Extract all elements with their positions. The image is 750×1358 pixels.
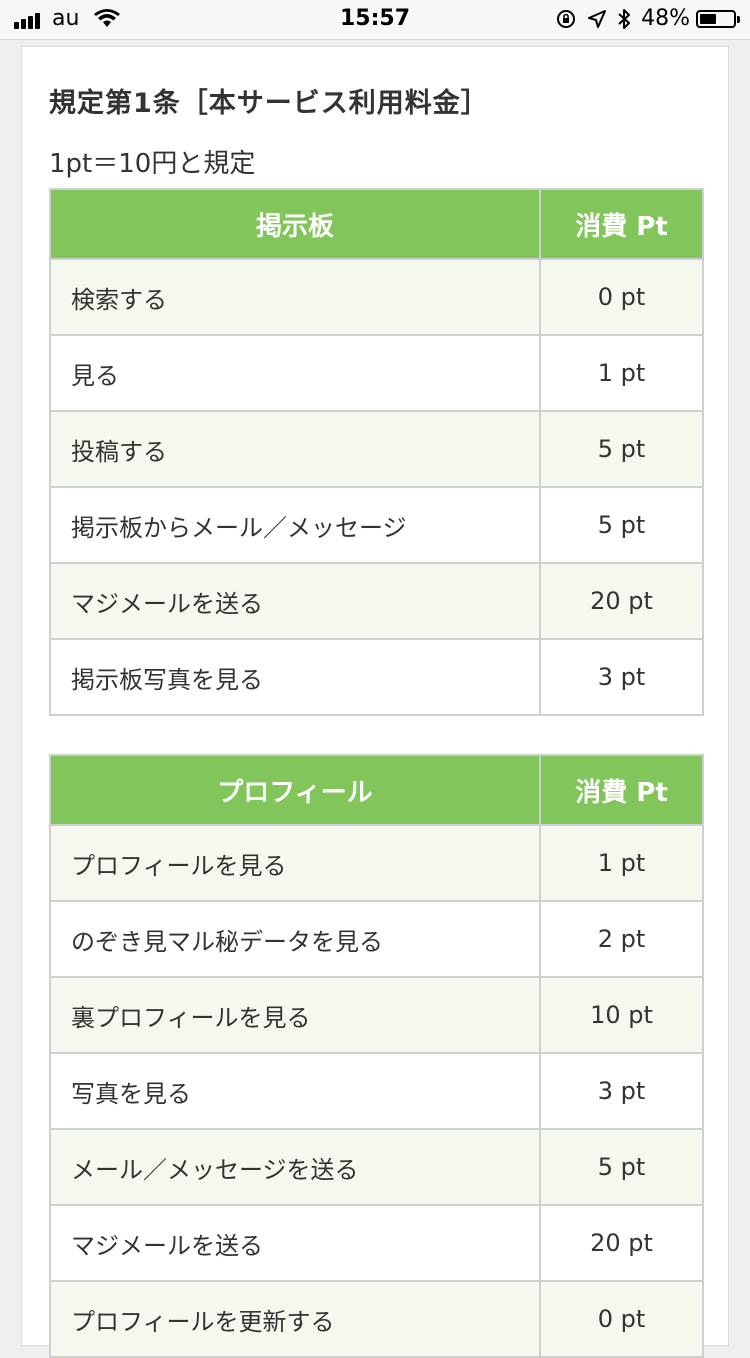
row-cost: 3 pt — [539, 638, 704, 716]
table-row: マジメールを送る 20 pt — [49, 562, 704, 640]
row-cost: 0 pt — [539, 258, 704, 336]
row-cost: 20 pt — [539, 1204, 704, 1282]
row-label: のぞき見マル秘データを見る — [49, 900, 541, 978]
row-label: 投稿する — [49, 410, 541, 488]
row-label: 掲示板からメール／メッセージ — [49, 486, 541, 564]
row-cost: 3 pt — [539, 1052, 704, 1130]
table-row: メール／メッセージを送る 5 pt — [49, 1128, 704, 1206]
row-label: 見る — [49, 334, 541, 412]
rule-subtitle: 1pt＝10円と規定 — [49, 149, 256, 179]
row-label: マジメールを送る — [49, 562, 541, 640]
battery-percent: 48% — [641, 6, 690, 31]
row-cost: 5 pt — [539, 410, 704, 488]
table-header-cost: 消費 Pt — [539, 754, 704, 826]
bulletin-board-cost-table: 掲示板 消費 Pt 検索する 0 pt 見る 1 pt 投稿する 5 pt 掲示… — [49, 188, 704, 716]
location-icon — [588, 9, 607, 28]
row-label: 裏プロフィールを見る — [49, 976, 541, 1054]
row-cost: 2 pt — [539, 900, 704, 978]
table-header-cost: 消費 Pt — [539, 188, 704, 260]
table-row: のぞき見マル秘データを見る 2 pt — [49, 900, 704, 978]
table-header-category: 掲示板 — [49, 188, 541, 260]
row-label: 掲示板写真を見る — [49, 638, 541, 716]
row-label: プロフィールを更新する — [49, 1280, 541, 1358]
row-cost: 1 pt — [539, 334, 704, 412]
row-cost: 1 pt — [539, 824, 704, 902]
profile-cost-table: プロフィール 消費 Pt プロフィールを見る 1 pt のぞき見マル秘データを見… — [49, 754, 704, 1358]
row-cost: 5 pt — [539, 486, 704, 564]
row-cost: 10 pt — [539, 976, 704, 1054]
row-cost: 0 pt — [539, 1280, 704, 1358]
row-label: メール／メッセージを送る — [49, 1128, 541, 1206]
table-row: 見る 1 pt — [49, 334, 704, 412]
table-row: 検索する 0 pt — [49, 258, 704, 336]
status-bar: au 15:57 48% — [0, 0, 750, 40]
row-label: マジメールを送る — [49, 1204, 541, 1282]
table-row: 裏プロフィールを見る 10 pt — [49, 976, 704, 1054]
row-cost: 5 pt — [539, 1128, 704, 1206]
row-label: 検索する — [49, 258, 541, 336]
table-row: プロフィールを更新する 0 pt — [49, 1280, 704, 1358]
rules-card: 規定第1条［本サービス利用料金］ 1pt＝10円と規定 掲示板 消費 Pt 検索… — [21, 46, 729, 1358]
table-row: プロフィールを見る 1 pt — [49, 824, 704, 902]
table-row: 投稿する 5 pt — [49, 410, 704, 488]
rule-title: 規定第1条［本サービス利用料金］ — [49, 88, 489, 119]
table-row: 掲示板写真を見る 3 pt — [49, 638, 704, 716]
table-row: マジメールを送る 20 pt — [49, 1204, 704, 1282]
orientation-lock-icon — [557, 9, 576, 28]
table-row: 掲示板からメール／メッセージ 5 pt — [49, 486, 704, 564]
bluetooth-icon — [618, 8, 631, 29]
row-label: プロフィールを見る — [49, 824, 541, 902]
table-row: 写真を見る 3 pt — [49, 1052, 704, 1130]
table-header-category: プロフィール — [49, 754, 541, 826]
row-cost: 20 pt — [539, 562, 704, 640]
battery-icon — [696, 9, 740, 28]
row-label: 写真を見る — [49, 1052, 541, 1130]
